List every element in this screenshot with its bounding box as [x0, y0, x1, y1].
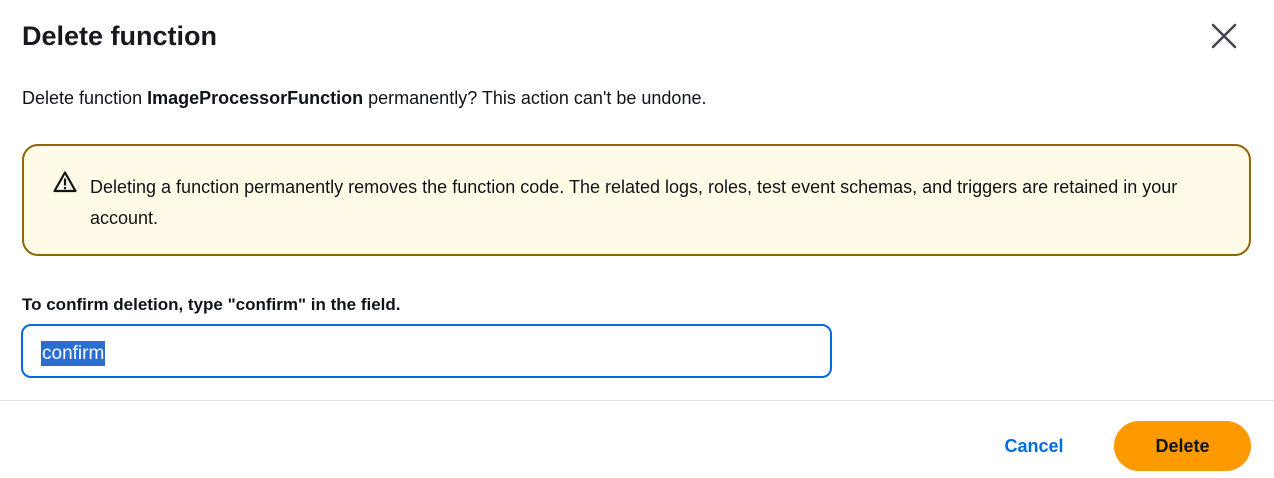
delete-message-suffix: permanently? This action can't be undone… [363, 88, 707, 108]
warning-text: Deleting a function permanently removes … [90, 177, 1178, 228]
delete-message: Delete function ImageProcessorFunction p… [22, 84, 706, 112]
function-name: ImageProcessorFunction [147, 88, 364, 108]
close-button[interactable] [1206, 18, 1242, 54]
delete-message-prefix: Delete function [22, 88, 148, 108]
modal-header: Delete function [22, 14, 1252, 58]
close-icon [1211, 23, 1237, 49]
delete-button[interactable]: Delete [1114, 421, 1251, 471]
modal-title: Delete function [22, 21, 218, 51]
confirm-label: To confirm deletion, type "confirm" in t… [22, 295, 401, 314]
confirm-field[interactable]: confirm [21, 324, 832, 378]
delete-function-modal: Delete function Delete function ImagePro… [0, 0, 1274, 478]
cancel-button[interactable]: Cancel [990, 423, 1078, 469]
footer-divider [0, 400, 1274, 401]
warning-icon [53, 171, 77, 193]
confirm-input[interactable] [39, 338, 809, 366]
warning-alert: Deleting a function permanently removes … [22, 144, 1251, 256]
